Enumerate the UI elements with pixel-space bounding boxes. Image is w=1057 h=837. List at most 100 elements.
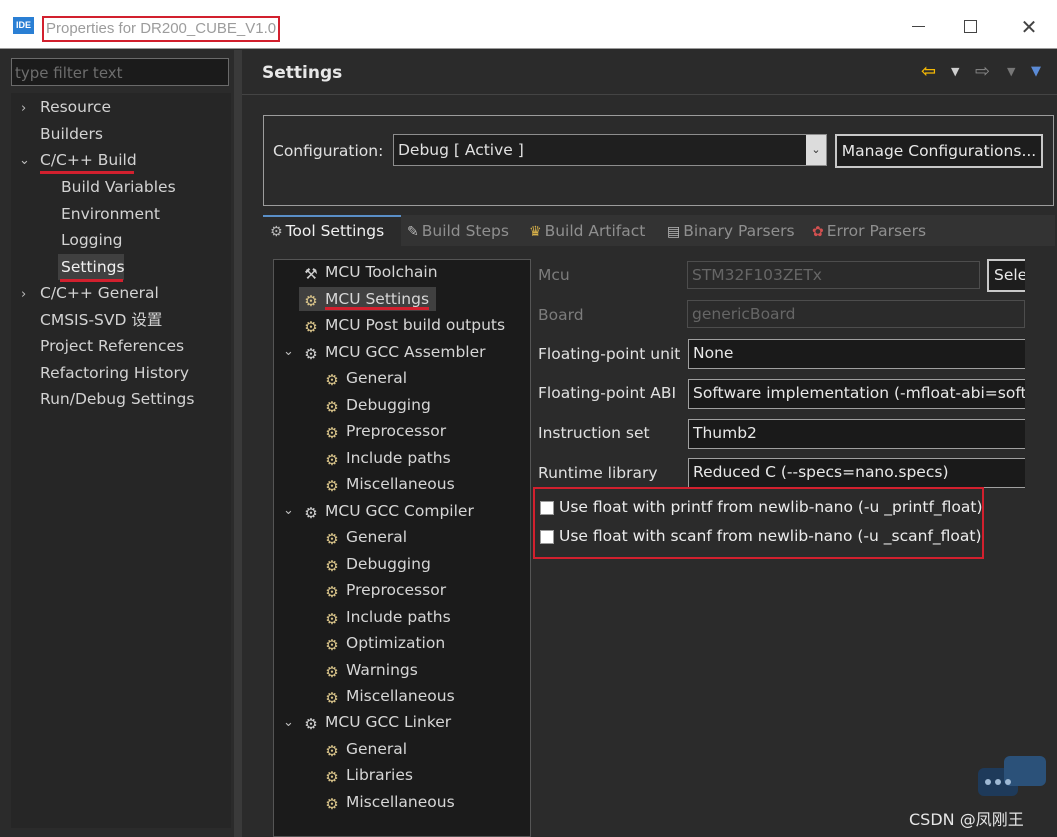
- settings-page-icon: ⚙: [304, 292, 318, 310]
- tree-item-asm-preprocessor[interactable]: ⚙ Preprocessor: [324, 421, 446, 441]
- fpu-label: Floating-point unit: [538, 345, 681, 363]
- tree-item-gcc-linker[interactable]: ⚙ MCU GCC Linker: [303, 712, 451, 732]
- tree-item-settings[interactable]: Settings: [61, 257, 125, 277]
- tab-build-artifact[interactable]: ♛ Build Artifact: [529, 215, 645, 246]
- tab-label: Binary Parsers: [683, 222, 795, 240]
- tree-item-gcc-assembler[interactable]: ⚙ MCU GCC Assembler: [303, 342, 485, 363]
- chevron-down-icon[interactable]: ⌄: [283, 344, 294, 359]
- printf-float-label[interactable]: Use float with printf from newlib-nano (…: [559, 498, 983, 516]
- chevron-down-icon[interactable]: ⌄: [19, 153, 30, 168]
- filter-input[interactable]: type filter text: [11, 58, 229, 86]
- tab-build-steps[interactable]: ✎ Build Steps: [407, 215, 509, 246]
- minimize-button[interactable]: [898, 10, 938, 44]
- red-underline: [325, 307, 429, 310]
- tree-item-label: General: [346, 528, 408, 546]
- tree-item-asm-debugging[interactable]: ⚙ Debugging: [324, 395, 431, 415]
- tab-binary-parsers[interactable]: ▤ Binary Parsers: [667, 215, 795, 246]
- tree-item-cc-general[interactable]: ⚙ General: [324, 527, 407, 547]
- chat-bubble-icon: [978, 756, 1046, 796]
- binary-parser-icon: ▤: [667, 224, 681, 240]
- tree-item-cmsis-svd[interactable]: CMSIS-SVD 设置: [40, 310, 162, 330]
- watermark-text: CSDN @凤刚王: [909, 810, 1024, 829]
- tree-item-label: MCU Settings: [325, 290, 430, 308]
- board-field: genericBoard: [687, 300, 1025, 328]
- tab-label: Tool Settings: [285, 222, 385, 240]
- tree-item-cc-warnings[interactable]: ⚙ Warnings: [324, 660, 418, 680]
- settings-page-icon: ⚙: [325, 477, 339, 495]
- tree-item-label: Miscellaneous: [346, 687, 455, 705]
- tab-label: Error Parsers: [826, 222, 927, 240]
- tree-item-gcc-compiler[interactable]: ⚙ MCU GCC Compiler: [303, 501, 474, 521]
- fpabi-select[interactable]: Software implementation (-mfloat-abi=sof…: [688, 379, 1025, 409]
- tree-item-ld-miscellaneous[interactable]: ⚙ Miscellaneous: [324, 792, 454, 812]
- tab-error-parsers[interactable]: ✿ Error Parsers: [812, 215, 926, 246]
- tree-item-logging[interactable]: Logging: [61, 230, 123, 250]
- runtime-library-select[interactable]: Reduced C (--specs=nano.specs): [688, 458, 1025, 488]
- close-button[interactable]: ✕: [1009, 10, 1049, 44]
- tree-item-cpp-general[interactable]: C/C++ General: [40, 283, 159, 303]
- tree-item-label: Preprocessor: [346, 422, 447, 440]
- chevron-down-icon[interactable]: ⌄: [283, 503, 294, 518]
- settings-page-icon: ⚙: [325, 663, 339, 681]
- tree-item-cpp-build[interactable]: C/C++ Build: [40, 150, 137, 170]
- chevron-right-icon[interactable]: ›: [21, 287, 26, 302]
- tree-item-cc-optimization[interactable]: ⚙ Optimization: [324, 633, 445, 653]
- splitter[interactable]: [234, 50, 242, 837]
- tree-item-label: Libraries: [346, 766, 413, 784]
- tree-item-mcu-toolchain[interactable]: ⚒ MCU Toolchain: [303, 262, 437, 282]
- tool-gear-icon: ⚙: [304, 345, 318, 363]
- tree-item-mcu-post-build[interactable]: ⚙ MCU Post build outputs: [303, 315, 505, 335]
- tree-item-run-debug-settings[interactable]: Run/Debug Settings: [40, 389, 194, 409]
- tab-tool-settings[interactable]: ⚙ Tool Settings: [263, 215, 401, 246]
- chevron-down-icon[interactable]: ⌄: [283, 715, 294, 730]
- tab-label: Build Artifact: [544, 222, 646, 240]
- fpu-select[interactable]: None: [688, 339, 1025, 369]
- tree-item-builders[interactable]: Builders: [40, 124, 103, 144]
- settings-page-icon: ⚙: [325, 636, 339, 654]
- maximize-button[interactable]: [950, 10, 990, 44]
- chevron-right-icon[interactable]: ›: [21, 101, 26, 116]
- tree-item-asm-general[interactable]: ⚙ General: [324, 368, 407, 388]
- error-parser-icon: ✿: [812, 224, 824, 240]
- tree-item-asm-miscellaneous[interactable]: ⚙ Miscellaneous: [324, 474, 454, 495]
- tree-item-label: MCU GCC Linker: [325, 713, 452, 731]
- scanf-float-checkbox[interactable]: [540, 530, 554, 544]
- tree-item-mcu-settings[interactable]: ⚙ MCU Settings: [303, 289, 429, 309]
- forward-dropdown-icon[interactable]: ▼: [1007, 65, 1015, 78]
- tree-item-label: Include paths: [346, 608, 451, 626]
- view-menu-icon[interactable]: ▼: [1031, 64, 1041, 79]
- fpabi-label: Floating-point ABI: [538, 384, 677, 402]
- settings-page-icon: ⚙: [325, 398, 339, 416]
- configuration-select[interactable]: Debug [ Active ] ⌄: [393, 134, 827, 166]
- tree-item-label: General: [346, 369, 408, 387]
- title-bar: IDE Properties for DR200_CUBE_V1.0 ✕: [0, 0, 1057, 49]
- printf-float-checkbox[interactable]: [540, 501, 554, 515]
- tree-item-build-variables[interactable]: Build Variables: [61, 177, 176, 197]
- tree-item-project-references[interactable]: Project References: [40, 336, 184, 356]
- tree-item-cc-miscellaneous[interactable]: ⚙ Miscellaneous: [324, 686, 455, 707]
- manage-configurations-button[interactable]: Manage Configurations...: [835, 134, 1043, 168]
- tree-item-ld-libraries[interactable]: ⚙ Libraries: [324, 765, 413, 785]
- tree-item-cc-debugging[interactable]: ⚙ Debugging: [324, 554, 431, 574]
- tree-item-resource[interactable]: Resource: [40, 97, 111, 117]
- tree-item-label: Debugging: [346, 396, 431, 414]
- tree-item-ld-general[interactable]: ⚙ General: [324, 739, 407, 759]
- settings-page-icon: ⚙: [325, 689, 339, 707]
- tree-item-cc-include-paths[interactable]: ⚙ Include paths: [324, 607, 451, 627]
- instruction-set-select[interactable]: Thumb2: [688, 419, 1025, 449]
- tree-item-asm-include-paths[interactable]: ⚙ Include paths: [324, 448, 450, 468]
- divider: [242, 94, 1057, 95]
- tree-item-cc-preprocessor[interactable]: ⚙ Preprocessor: [324, 580, 446, 600]
- ide-app-icon: IDE: [13, 17, 34, 34]
- back-dropdown-icon[interactable]: ▼: [951, 65, 959, 78]
- tree-item-label: Debugging: [346, 555, 431, 573]
- forward-arrow-icon[interactable]: ⇨: [975, 61, 990, 82]
- tree-item-refactoring-history[interactable]: Refactoring History: [40, 363, 189, 383]
- tree-item-environment[interactable]: Environment: [61, 204, 160, 224]
- settings-page-icon: ⚙: [325, 742, 339, 760]
- scanf-float-label[interactable]: Use float with scanf from newlib-nano (-…: [559, 527, 982, 545]
- select-mcu-button[interactable]: Sele: [987, 259, 1025, 292]
- properties-dialog: IDE Properties for DR200_CUBE_V1.0 ✕ typ…: [0, 0, 1057, 837]
- back-arrow-icon[interactable]: ⇦: [921, 61, 936, 82]
- chevron-down-icon[interactable]: ⌄: [806, 135, 826, 165]
